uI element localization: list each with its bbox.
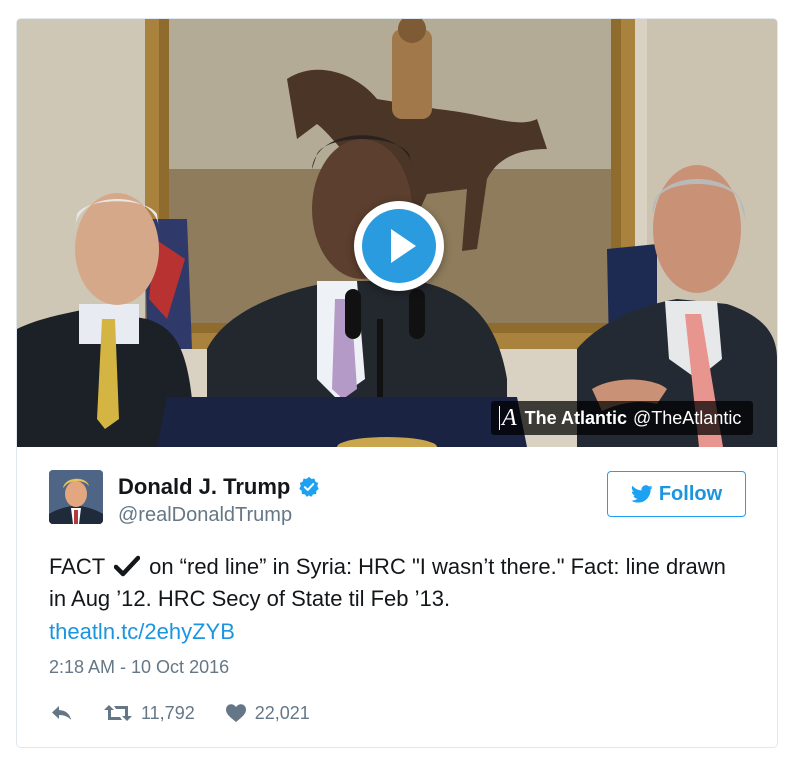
reply-button[interactable] [49,703,73,723]
attribution-source-handle: @TheAtlantic [633,407,742,428]
tweet-link[interactable]: theatln.tc/2ehyZYB [49,619,235,645]
heavy-check-mark-icon [113,555,140,577]
avatar[interactable] [49,470,103,524]
atlantic-logo-icon: A [499,406,517,430]
verified-badge-icon [299,476,320,497]
avatar-image [49,470,103,524]
tweet-text-body: on “red line” in Syria: HRC "I wasn’t th… [49,554,726,611]
play-button-circle [362,209,436,283]
like-count: 22,021 [254,702,310,723]
heart-icon [225,704,246,722]
play-button[interactable] [354,201,444,291]
like-button[interactable]: 22,021 [225,703,310,724]
tweet-timestamp[interactable]: 2:18 AM - 10 Oct 2016 [49,657,229,678]
retweet-button[interactable]: 11,792 [103,703,195,724]
twitter-bird-icon [631,485,653,503]
tweet-text: FACT on “red line” in Syria: HRC "I wasn… [49,551,749,615]
media-attribution[interactable]: A The Atlantic @TheAtlantic [491,401,754,435]
tweet-actions: 11,792 22,021 [49,699,310,727]
retweet-icon [104,705,132,721]
author-name-row[interactable]: Donald J. Trump [118,474,320,500]
reply-icon [52,706,71,720]
tweet-card: A The Atlantic @TheAtlantic Donald J. Tr… [16,18,778,748]
follow-button-label: Follow [658,482,723,505]
follow-button[interactable]: Follow [607,471,746,517]
play-icon [391,229,416,263]
tweet-text-fact: FACT [49,554,105,579]
video-thumbnail[interactable]: A The Atlantic @TheAtlantic [17,19,777,447]
author-screen-name[interactable]: @realDonaldTrump [118,504,292,527]
retweet-count: 11,792 [141,702,195,723]
attribution-source-name: The Atlantic [524,407,628,428]
author-name[interactable]: Donald J. Trump [118,474,290,500]
